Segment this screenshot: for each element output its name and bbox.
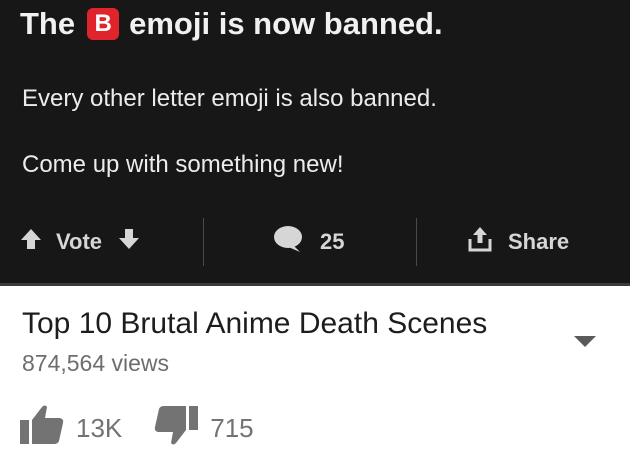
post-title-suffix: emoji is now banned.	[129, 6, 443, 41]
vote-control: Vote	[18, 216, 142, 268]
view-count: 874,564 views	[22, 350, 170, 376]
share-button[interactable]: Share	[466, 216, 569, 268]
action-divider	[203, 218, 204, 266]
share-label: Share	[508, 229, 570, 254]
post-body-line-2: Come up with something new!	[22, 151, 344, 178]
arrow-down-icon[interactable]	[116, 226, 142, 258]
post-action-bar: Vote 25 Share	[0, 216, 630, 268]
comment-count: 25	[320, 229, 345, 254]
post-body-line-1: Every other letter emoji is also banned.	[22, 85, 437, 112]
post-card: The B emoji is now banned. Every other l…	[0, 0, 630, 286]
video-reactions: 13K 715	[18, 404, 254, 452]
thumbs-up-icon[interactable]	[18, 404, 66, 453]
comments-button[interactable]: 25	[272, 216, 344, 268]
like-count: 13K	[76, 412, 123, 443]
chevron-down-icon[interactable]	[572, 333, 598, 354]
arrow-up-icon[interactable]	[18, 226, 44, 258]
comment-bubble-icon	[272, 225, 304, 259]
dislike-count: 715	[210, 412, 254, 443]
post-title: The B emoji is now banned.	[20, 6, 443, 42]
b-letter-emoji-icon: B	[87, 8, 120, 40]
vote-label: Vote	[56, 229, 103, 254]
video-title[interactable]: Top 10 Brutal Anime Death Scenes	[22, 307, 487, 341]
thumbs-down-icon[interactable]	[152, 404, 200, 453]
share-icon	[466, 225, 494, 259]
action-divider	[416, 218, 417, 266]
post-title-prefix: The	[20, 6, 76, 41]
